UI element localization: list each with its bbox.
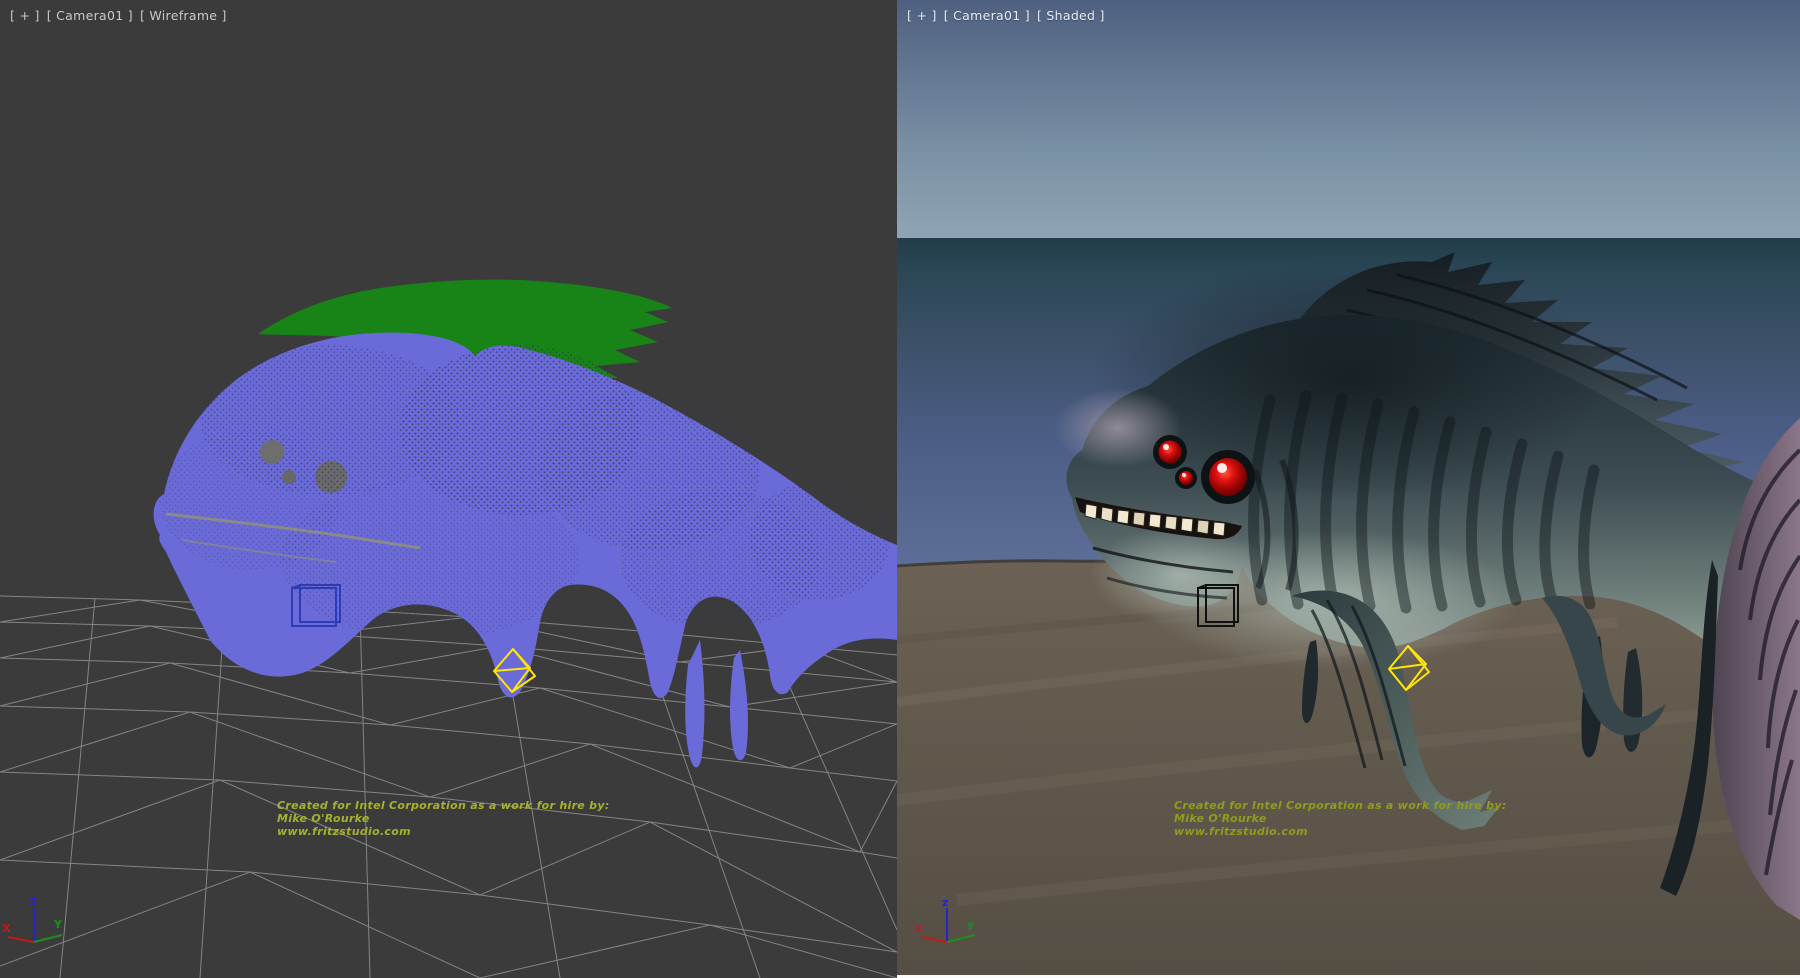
viewport-pov-menu[interactable]: [ + ]	[10, 8, 40, 23]
axis-x-label: x	[915, 922, 922, 935]
credits-text: Created for Intel Corporation as a work …	[277, 799, 610, 838]
ground-grid	[0, 596, 897, 978]
eye-socket	[282, 470, 296, 484]
axis-x-label: X	[2, 922, 11, 935]
eye-specular	[1217, 463, 1227, 473]
fin-spike	[685, 640, 704, 767]
sky	[897, 0, 1800, 238]
axis-z-label: Z	[29, 896, 37, 909]
world-axis-gizmo: Z X Y	[0, 895, 90, 965]
credits-text: Created for Intel Corporation as a work …	[1174, 799, 1507, 838]
dual-viewport-canvas: [ + ] [ Camera01 ] [ Wireframe ] Created f…	[0, 0, 1800, 978]
viewport-label: [ + ] [ Camera01 ] [ Shaded ]	[907, 8, 1112, 23]
viewport-camera-menu[interactable]: [ Camera01 ]	[944, 8, 1030, 23]
viewport-wireframe[interactable]: [ + ] [ Camera01 ] [ Wireframe ] Created f…	[0, 0, 897, 978]
world-axis-gizmo: z x y	[913, 895, 1003, 965]
viewport-shading-menu[interactable]: [ Shaded ]	[1037, 8, 1105, 23]
axis-z-label: z	[942, 896, 948, 909]
eye-socket	[260, 440, 284, 464]
axis-y-label: y	[967, 918, 974, 931]
throat-highlight	[1090, 525, 1270, 625]
viewport-shaded[interactable]: [ + ] [ Camera01 ] [ Shaded ] Created for …	[897, 0, 1800, 978]
viewport-shading-menu[interactable]: [ Wireframe ]	[140, 8, 227, 23]
axis-y-label: Y	[53, 918, 63, 931]
eye-stipple	[315, 461, 347, 493]
viewport-label: [ + ] [ Camera01 ] [ Wireframe ]	[10, 8, 234, 23]
viewport-pov-menu[interactable]: [ + ]	[907, 8, 937, 23]
creature-wireframe[interactable]	[154, 280, 897, 768]
viewport-camera-menu[interactable]: [ Camera01 ]	[47, 8, 133, 23]
